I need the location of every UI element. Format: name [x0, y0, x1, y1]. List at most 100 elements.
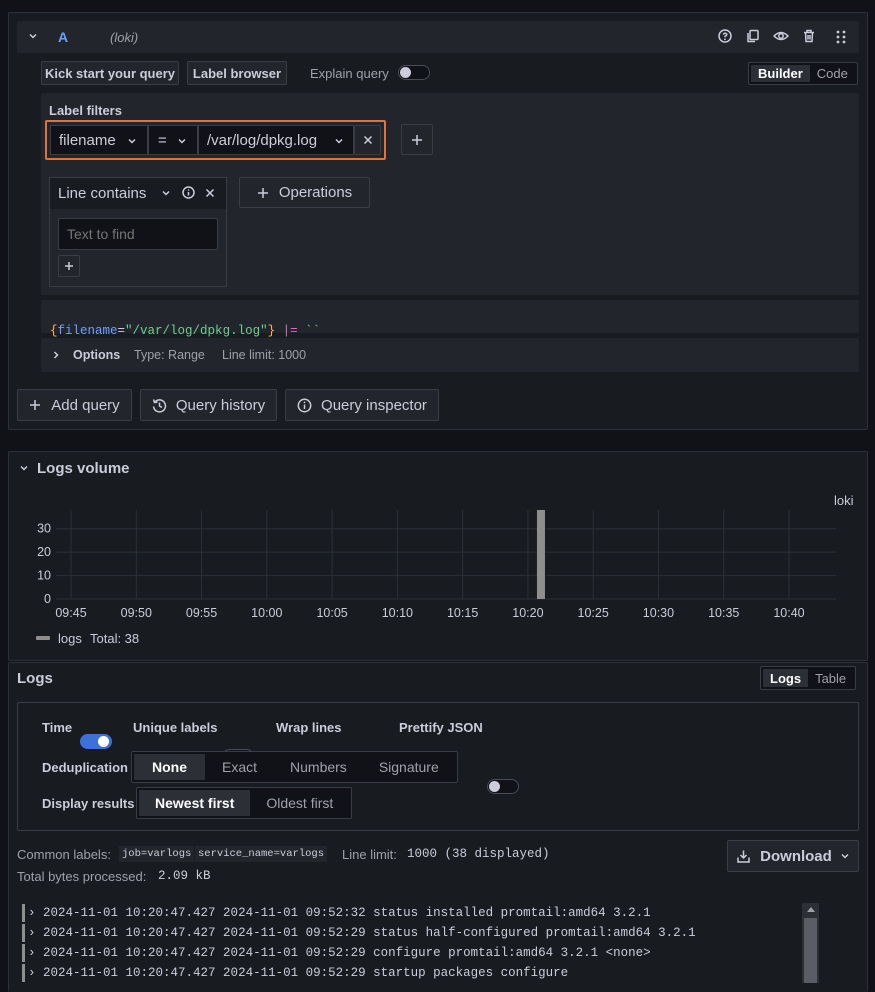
filter-operator-select[interactable]: = [148, 125, 198, 155]
add-query-label: Add query [51, 396, 120, 414]
add-param-button[interactable] [58, 255, 80, 277]
download-button[interactable]: Download [727, 840, 859, 872]
x-tick-label: 09:50 [121, 606, 152, 620]
close-icon[interactable] [205, 188, 215, 198]
query-row-header [17, 21, 859, 53]
log-row[interactable]: › 2024-11-01 10:20:47.427 2024-11-01 09:… [22, 963, 568, 983]
chevron-down-icon[interactable] [18, 462, 30, 474]
log-line-text: 2024-11-01 10:20:47.427 2024-11-01 09:52… [43, 966, 569, 980]
trash-icon[interactable] [802, 29, 816, 43]
filter-label-select[interactable]: filename [50, 125, 148, 155]
x-tick-label: 10:05 [316, 606, 347, 620]
legend-total: Total: 38 [90, 631, 140, 646]
text-to-find-input[interactable] [58, 218, 218, 250]
log-row[interactable]: › 2024-11-01 10:20:47.427 2024-11-01 09:… [22, 923, 696, 943]
common-labels-label: Common labels: [17, 847, 111, 862]
dedup-options: None Exact Numbers Signature [131, 751, 458, 783]
chevron-down-icon [128, 138, 136, 144]
duplicate-icon[interactable] [746, 29, 760, 43]
log-level-bar [22, 943, 25, 962]
preview-value: "/var/log/dpkg.log" [125, 324, 268, 338]
display-results-label: Display results [42, 796, 135, 811]
label-browser-button[interactable]: Label browser [187, 61, 287, 85]
bytes-processed-label: Total bytes processed: [17, 869, 147, 884]
chevron-right-icon: › [28, 966, 36, 980]
filter-operator-value: = [158, 131, 167, 149]
close-icon [363, 135, 372, 145]
preview-brace-close: } [267, 324, 276, 338]
dedup-numbers[interactable]: Numbers [274, 754, 363, 780]
x-tick-label: 09:45 [55, 606, 86, 620]
remove-filter-button[interactable] [354, 125, 381, 155]
preview-eq: = [117, 324, 126, 338]
help-icon[interactable] [718, 29, 732, 43]
query-letter: A [58, 29, 69, 45]
dedup-none[interactable]: None [134, 754, 205, 780]
scroll-thumb[interactable] [804, 918, 817, 983]
common-label-chip: service_name=varlogs [195, 846, 328, 862]
x-tick-label: 10:00 [251, 606, 282, 620]
add-filter-button[interactable] [401, 124, 433, 155]
download-label: Download [760, 847, 832, 865]
chevron-down-icon[interactable] [161, 188, 171, 198]
preview-key: filename [57, 324, 118, 338]
collapse-chevron-icon[interactable] [27, 30, 39, 42]
preview-string: `` [305, 324, 321, 338]
order-newest-first[interactable]: Newest first [139, 790, 251, 816]
options-label: Options [73, 348, 121, 362]
filter-value-select[interactable]: /var/log/dpkg.log [198, 125, 354, 155]
time-toggle[interactable] [80, 734, 112, 749]
y-tick-label: 0 [44, 592, 51, 606]
dedup-signature[interactable]: Signature [363, 754, 455, 780]
logs-volume-chart: 0 10 20 30 09:45 09:50 09:55 10:00 10:05 10:10 10:… [37, 510, 836, 620]
y-tick-label: 30 [37, 522, 51, 536]
y-tick-label: 20 [37, 545, 51, 559]
x-tick-label: 10:35 [708, 606, 739, 620]
query-inspector-button[interactable]: Query inspector [285, 389, 439, 421]
chevron-right-icon [51, 350, 61, 360]
logs-view-switch: Logs Table [760, 666, 857, 690]
dedup-exact[interactable]: Exact [205, 754, 274, 780]
kick-start-button[interactable]: Kick start your query [41, 61, 179, 85]
plus-icon [65, 262, 73, 270]
common-label-chip: job=varlogs [119, 846, 195, 862]
logs-title: Logs [17, 670, 53, 687]
query-preview: {filename="/var/log/dpkg.log"} |= `` [41, 300, 859, 338]
explain-query-label: Explain query [310, 66, 389, 81]
log-row[interactable]: › 2024-11-01 10:20:47.427 2024-11-01 09:… [22, 943, 651, 963]
chevron-right-icon: › [28, 906, 36, 920]
datasource-name: (loki) [110, 30, 139, 45]
add-query-button[interactable]: Add query [17, 389, 132, 421]
chevron-down-icon [335, 138, 343, 144]
preview-pipe: |= [282, 324, 298, 338]
operations-button[interactable]: Operations [239, 177, 370, 208]
wrap-lines-label: Wrap lines [276, 720, 342, 735]
scroll-up-icon[interactable] [802, 903, 819, 917]
volume-bar [536, 510, 545, 599]
chevron-down-icon [841, 853, 849, 859]
drag-handle-icon[interactable] [835, 29, 847, 45]
query-history-button[interactable]: Query history [140, 389, 277, 421]
bytes-processed-value: 2.09 kB [158, 869, 211, 883]
plus-icon [412, 134, 422, 145]
log-line-text: 2024-11-01 10:20:47.427 2024-11-01 09:52… [43, 926, 696, 940]
x-tick-label: 10:40 [773, 606, 804, 620]
info-icon[interactable] [182, 186, 195, 199]
prettify-json-label: Prettify JSON [399, 720, 483, 735]
prettify-json-toggle[interactable] [487, 779, 519, 794]
view-table[interactable]: Table [808, 669, 853, 687]
logs-volume-title: Logs volume [37, 460, 130, 477]
chevron-down-icon [178, 138, 186, 144]
mode-code[interactable]: Code [810, 65, 855, 82]
query-history-label: Query history [175, 396, 266, 414]
view-logs[interactable]: Logs [763, 669, 809, 687]
options-line-limit: Line limit: 1000 [222, 348, 307, 362]
log-row[interactable]: › 2024-11-01 10:20:47.427 2024-11-01 09:… [22, 903, 651, 923]
explain-query-toggle[interactable] [398, 65, 430, 80]
eye-icon[interactable] [773, 29, 789, 43]
y-tick-label: 10 [37, 569, 51, 583]
query-inspector-label: Query inspector [321, 396, 427, 414]
order-oldest-first[interactable]: Oldest first [250, 790, 349, 816]
line-contains-title: Line contains [58, 185, 147, 202]
mode-builder[interactable]: Builder [751, 65, 810, 82]
